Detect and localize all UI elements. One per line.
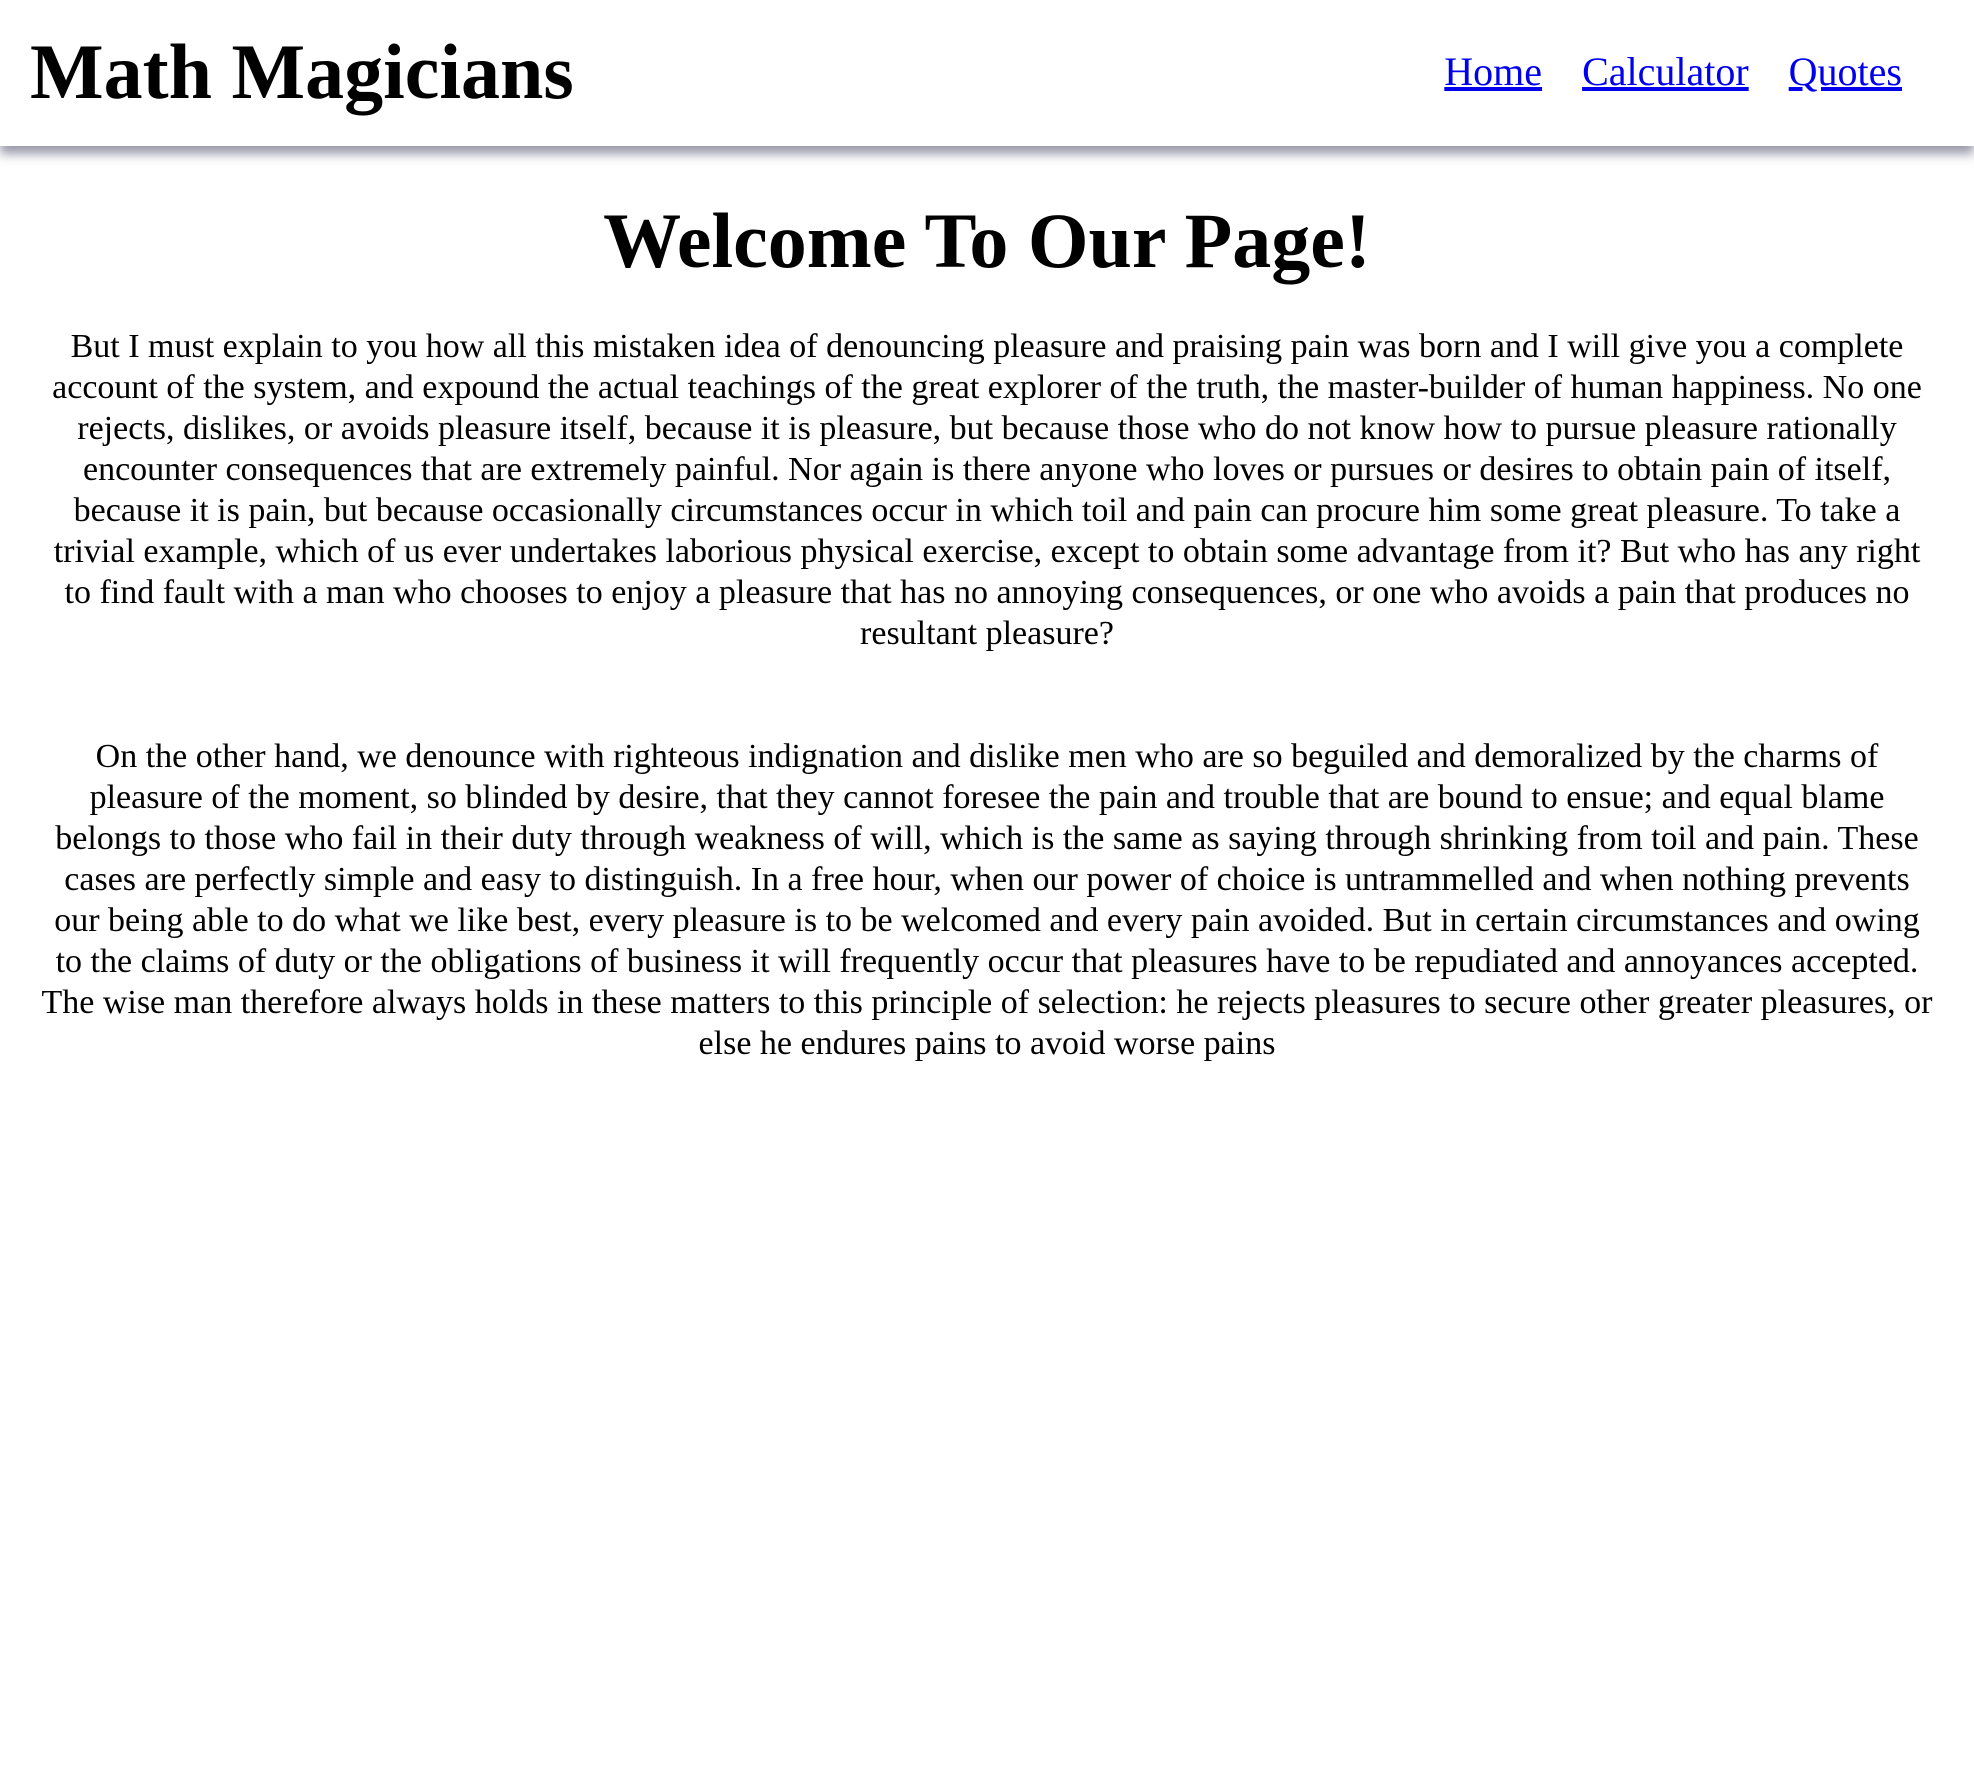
brand-title: Math Magicians: [30, 28, 574, 115]
second-paragraph: On the other hand, we denounce with righ…: [41, 738, 1933, 1062]
intro-paragraph: But I must explain to you how all this m…: [52, 328, 1922, 652]
site-header: Math Magicians Home Calculator Quotes: [0, 0, 1974, 146]
page-title: Welcome To Our Page!: [603, 197, 1371, 284]
main-nav: Home Calculator Quotes: [1444, 48, 1902, 96]
nav-link-home[interactable]: Home: [1444, 48, 1542, 96]
nav-link-calculator[interactable]: Calculator: [1582, 48, 1749, 96]
nav-link-quotes[interactable]: Quotes: [1789, 48, 1902, 96]
main-content: Welcome To Our Page! But I must explain …: [38, 146, 1936, 1064]
